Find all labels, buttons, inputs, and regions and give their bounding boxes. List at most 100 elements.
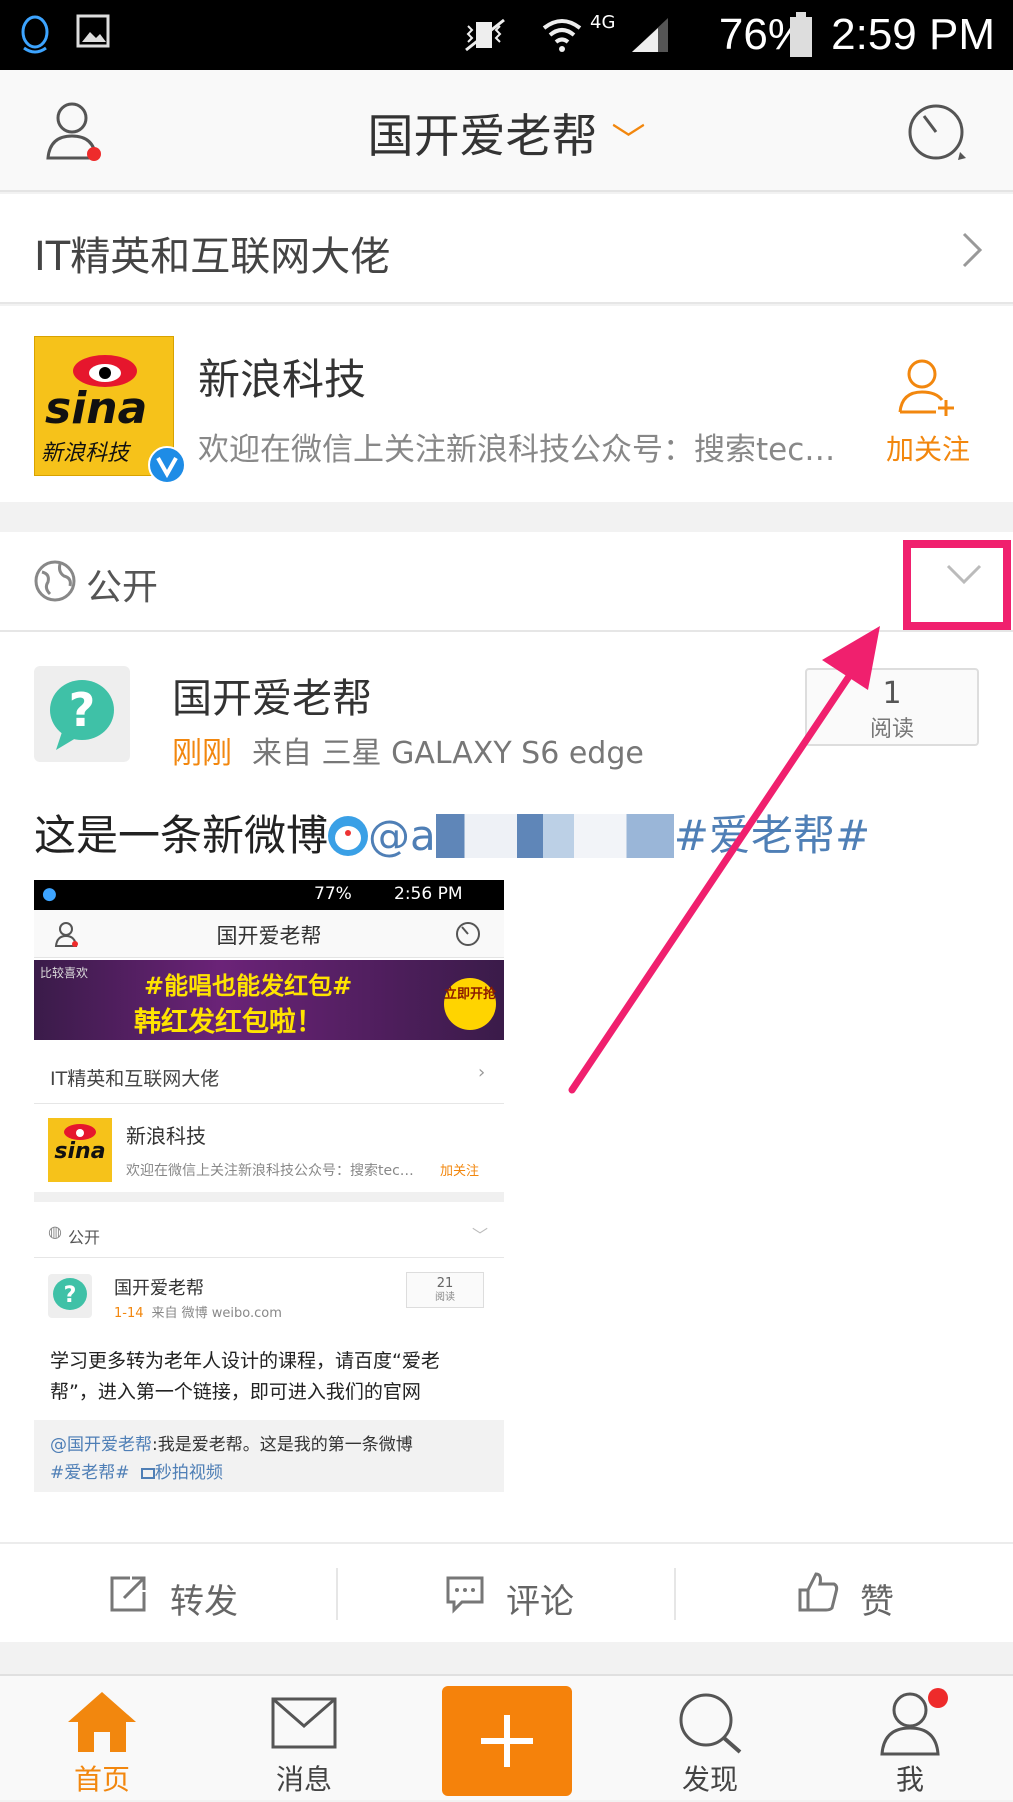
repost-button[interactable]: 转发 (0, 1544, 337, 1644)
image-post-text: 学习更多转为老年人设计的课程，请百度“爱老帮”，进入第一个链接，即可进入我们的官… (50, 1350, 440, 1403)
image-banner-line1: #能唱也能发红包# (144, 972, 353, 1000)
home-icon (68, 1692, 136, 1752)
tab-me[interactable]: 我 (810, 1676, 1010, 1802)
author-avatar[interactable]: ? (34, 666, 130, 762)
account-name: 新浪科技 (198, 355, 367, 404)
qq-icon (21, 15, 49, 54)
network-type: 4G (590, 12, 616, 33)
like-button[interactable]: 赞 (676, 1544, 1013, 1644)
image-status-bar: ● 77% 2:56 PM (34, 880, 504, 910)
chevron-right-icon (962, 232, 983, 268)
image-visibility-bar: ◍ 公开 ﹀ (34, 1212, 504, 1258)
group-selector[interactable]: 国开爱老帮 ﹀ (0, 100, 1013, 166)
image-chevron-down-icon: ﹀ (472, 1226, 489, 1245)
signal-icon (632, 18, 668, 52)
image-nav-bar: 国开爱老帮 (34, 910, 504, 958)
post-visibility-bar: 公开 (0, 532, 1013, 632)
post-image[interactable]: ● 77% 2:56 PM 国开爱老帮 比较喜欢 #能唱也能发红包# 韩红发红包… (34, 880, 504, 1492)
tab-discover[interactable]: 发现 (610, 1676, 810, 1802)
image-retweet-text: :我是爱老帮。这是我的第一条微博 (152, 1435, 413, 1455)
repost-label: 转发 (170, 1582, 238, 1622)
emoji-doraemon-icon (328, 816, 369, 856)
repost-icon (110, 1576, 146, 1612)
annotation-highlight-box (903, 540, 1011, 630)
image-account-avatar: sina (48, 1118, 112, 1182)
image-video-icon (140, 1468, 155, 1479)
image-account-desc: 欢迎在微信上关注新浪科技公众号：搜索tec… (126, 1163, 414, 1179)
image-visibility-label: 公开 (68, 1228, 101, 1247)
user-icon (880, 1688, 948, 1756)
gallery-icon (76, 14, 110, 48)
image-radar-icon (456, 922, 480, 946)
image-retweet: @国开爱老帮:我是爱老帮。这是我的第一条微博 #爱老帮# 秒拍视频 (34, 1420, 504, 1492)
annotation-arrow (568, 626, 880, 1094)
page-title: 国开爱老帮 (367, 109, 598, 163)
image-section-header: IT精英和互联网大佬 › (34, 1050, 504, 1104)
follow-button[interactable]: 加关注 (880, 428, 976, 468)
image-follow-label: 加关注 (440, 1164, 480, 1179)
image-read-count: 21 (436, 1276, 454, 1291)
image-sina-logo: sina (54, 1124, 106, 1164)
image-author-avatar: ? (48, 1274, 92, 1318)
tab-me-label: 我 (895, 1763, 924, 1796)
tab-discover-label: 发现 (681, 1763, 738, 1796)
svg-text:sina: sina (54, 1139, 105, 1164)
tab-messages-label: 消息 (275, 1763, 332, 1796)
image-post-author: 国开爱老帮 (114, 1278, 204, 1299)
recommended-account[interactable]: sina 新浪科技 新浪科技 欢迎在微信上关注新浪科技公众号：搜索tec… 加关… (0, 306, 1013, 502)
image-read-count-box: 21 阅读 (406, 1272, 484, 1308)
radar-icon[interactable] (906, 100, 970, 164)
add-user-icon[interactable] (896, 356, 958, 418)
image-retweet-line2: #爱老帮# 秒拍视频 (50, 1458, 223, 1483)
top-nav-bar: 国开爱老帮 ﹀ (0, 70, 1013, 192)
svg-text:?: ? (69, 683, 96, 737)
image-post: ? 国开爱老帮 1-14 来自 微博 weibo.com 21 阅读 学习更多转为… (34, 1260, 504, 1492)
account-description: 欢迎在微信上关注新浪科技公众号：搜索tec… (198, 432, 836, 468)
battery-icon (790, 12, 812, 57)
image-time: 2:56 PM (394, 884, 463, 904)
image-qq-icon: ● (42, 884, 57, 904)
comment-button[interactable]: 评论 (338, 1544, 675, 1644)
recommend-section-header[interactable]: IT精英和互联网大佬 (0, 194, 1013, 304)
post-author[interactable]: 国开爱老帮 (172, 666, 372, 724)
mention-link[interactable]: @a (368, 811, 436, 860)
image-banner-tag: 比较喜欢 (40, 966, 89, 980)
wifi-icon (542, 19, 582, 52)
clock: 2:59 PM (831, 10, 995, 59)
image-retweet-line1: @国开爱老帮:我是爱老帮。这是我的第一条微博 (50, 1430, 413, 1455)
post-actions-bar: 转发 评论 赞 (0, 1542, 1013, 1642)
visibility-label: 公开 (86, 567, 159, 608)
chevron-down-icon: ﹀ (611, 121, 646, 161)
compose-button[interactable] (442, 1686, 572, 1796)
image-retweet-video: 秒拍视频 (154, 1463, 223, 1483)
image-nav-title: 国开爱老帮 (216, 924, 322, 948)
image-question-icon: ? (53, 1278, 87, 1310)
image-retweet-mention: @国开爱老帮 (50, 1435, 152, 1455)
search-icon (679, 1693, 742, 1754)
image-account-name: 新浪科技 (126, 1124, 206, 1148)
image-banner-button: 立即开抢 (444, 978, 496, 1030)
image-retweet-tag: #爱老帮# (50, 1463, 130, 1483)
post-body: 这是一条新微博 (34, 811, 329, 860)
image-post-time: 1-14 (114, 1306, 144, 1321)
tab-messages[interactable]: 消息 (204, 1676, 404, 1802)
tab-home-label: 首页 (73, 1763, 130, 1796)
image-chevron-right-icon: › (478, 1062, 486, 1083)
logo-text: sina (45, 383, 148, 434)
comment-label: 评论 (506, 1582, 574, 1622)
image-post-meta: 1-14 来自 微博 weibo.com (114, 1302, 282, 1321)
status-bar: 4G 76% 2:59 PM (0, 0, 1013, 70)
plus-icon (481, 1715, 533, 1767)
image-globe-icon: ◍ (48, 1222, 62, 1241)
question-bubble-icon: ? (50, 680, 114, 750)
envelope-icon (271, 1697, 337, 1749)
bottom-tab-bar: 首页 消息 发现 我 (0, 1674, 1013, 1800)
logo-subtext: 新浪科技 (41, 441, 130, 466)
like-label: 赞 (860, 1582, 894, 1622)
image-read-label: 阅读 (435, 1292, 455, 1303)
verified-badge-icon (148, 446, 186, 484)
image-post-source: 来自 微博 weibo.com (151, 1306, 282, 1321)
tab-home[interactable]: 首页 (2, 1676, 202, 1802)
image-ad-banner: 比较喜欢 #能唱也能发红包# 韩红发红包啦！ 立即开抢 (34, 960, 504, 1040)
section-title: IT精英和互联网大佬 (34, 234, 391, 280)
